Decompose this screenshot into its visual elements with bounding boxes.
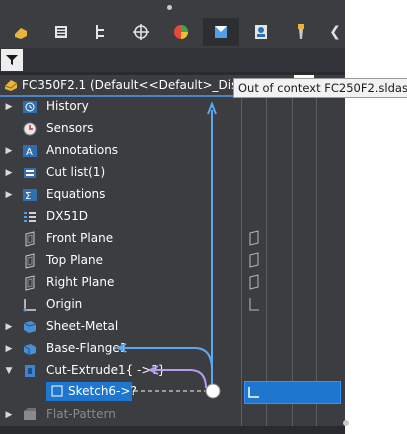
dependency-arrows: [115, 101, 221, 399]
resize-grip-icon[interactable]: [343, 420, 349, 426]
tooltip: Out of context FC250F2.sldasm: [233, 78, 407, 98]
bottom-scrollbar[interactable]: [0, 426, 345, 434]
